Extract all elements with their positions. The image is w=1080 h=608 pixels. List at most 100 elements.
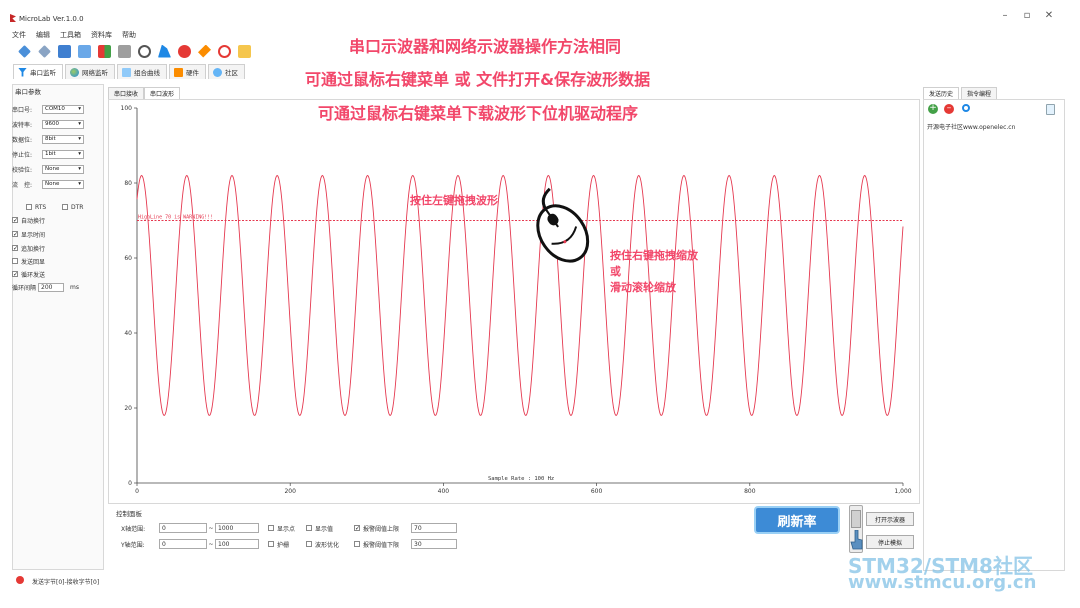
guard-checkbox[interactable]: 护栅 — [268, 538, 289, 550]
echo-checkbox[interactable]: 发送回显 — [12, 256, 45, 266]
loop-send-checkbox[interactable]: ✓ 循环发送 — [12, 269, 45, 279]
show-time-checkbox[interactable]: ✓ 显示时间 — [12, 229, 45, 239]
x-tick-label: 200 — [284, 488, 296, 495]
watermark-line2: www.stmcu.org.cn — [848, 572, 1037, 593]
glasses-icon[interactable] — [138, 44, 151, 58]
overlay-left-drag: 按住左键拖拽波形 — [410, 194, 498, 207]
x-range-row: X轴范围: 0 ~ 1000 — [121, 522, 259, 534]
port-row: 串口号: COM10 ▾ — [12, 104, 84, 114]
tab-send-history[interactable]: 发送历史 — [923, 87, 960, 99]
menu-bar: 文件 编辑 工具箱 资料库 帮助 — [12, 30, 136, 40]
globe-icon — [70, 67, 79, 77]
baud-row: 波特率: 9600 ▾ — [12, 119, 84, 129]
mouse-illustration — [536, 187, 590, 263]
y-min-input[interactable]: 0 — [159, 539, 207, 549]
alarm-upper-row: ✓ 报警阈值上限 70 — [354, 522, 457, 534]
waveform-chart[interactable]: 0 20 40 60 80 100 0 200 400 600 800 1,000 HighLine … — [108, 99, 920, 504]
menu-edit[interactable]: 编辑 — [36, 30, 50, 40]
interval-row: 循环间隔 200 ms — [12, 282, 79, 292]
y-tick-label: 20 — [124, 405, 132, 412]
interval-input[interactable]: 200 — [38, 282, 65, 292]
auto-wrap-checkbox[interactable]: ✓ 自动换行 — [12, 215, 45, 225]
minimize-button[interactable]: – — [998, 10, 1012, 21]
alarm-upper-checkbox[interactable]: ✓ — [354, 525, 360, 532]
funnel-icon — [18, 67, 27, 77]
parity-select[interactable]: None ▾ — [42, 164, 84, 174]
overlay-line1: 串口示波器和网络示波器操作方法相同 — [349, 37, 622, 56]
overlay-line2: 可通过鼠标右键菜单 或 文件打开&保存波形数据 — [305, 70, 651, 89]
right-tabs: 发送历史 指令编程 — [923, 87, 998, 99]
parity-row: 校验位: None ▾ — [12, 164, 84, 174]
flow-select[interactable]: None ▾ — [42, 179, 84, 189]
x-min-input[interactable]: 0 — [159, 523, 207, 533]
y-max-input[interactable]: 100 — [215, 539, 259, 549]
send-history-panel — [923, 99, 1065, 571]
toolbar — [18, 43, 251, 59]
tab-serial-receive[interactable]: 串口接收 — [108, 87, 145, 99]
tab-command-program[interactable]: 指令编程 — [961, 87, 998, 99]
refresh-rate-label: 刷新率 — [754, 506, 840, 534]
plug-icon[interactable] — [18, 44, 31, 58]
control-panel-title: 控制面板 — [116, 510, 142, 518]
brand-icon[interactable] — [178, 44, 191, 58]
close-button[interactable]: ✕ — [1042, 10, 1056, 21]
tab-network-monitor[interactable]: 网络监听 — [65, 64, 115, 79]
x-tick-label: 800 — [744, 488, 756, 495]
overlay-right-drag: 按住右键拖拽缩放 — [610, 249, 698, 262]
stop-sim-button[interactable]: 停止模拟 — [866, 535, 914, 549]
heart-icon[interactable] — [218, 44, 231, 58]
append-newline-checkbox[interactable]: ✓ 追加换行 — [12, 243, 45, 253]
sort-icon[interactable] — [98, 44, 111, 58]
databits-select[interactable]: 8bit ▾ — [42, 134, 84, 144]
status-text: 发送字节[0]-接收字节[0] — [32, 579, 100, 586]
sub-tabs: 串口接收 串口波形 — [108, 87, 181, 99]
clear-icon[interactable] — [1046, 104, 1055, 115]
history-entry[interactable]: 开源电子社区www.openelec.cn — [927, 122, 1015, 131]
wave-optimize-checkbox[interactable]: 波形优化 — [306, 538, 339, 550]
menu-help[interactable]: 帮助 — [122, 30, 136, 40]
search-icon[interactable] — [962, 104, 970, 112]
alarm-lower-input[interactable]: 30 — [411, 539, 457, 549]
calc-icon[interactable] — [78, 44, 91, 58]
menu-library[interactable]: 资料库 — [91, 30, 112, 40]
y-tick-label: 60 — [124, 255, 132, 262]
flow-row: 流 控: None ▾ — [12, 179, 84, 189]
tab-hardware[interactable]: 硬件 — [169, 64, 206, 79]
y-tick-label: 40 — [124, 330, 132, 337]
databits-row: 数据位: 8bit ▾ — [12, 134, 84, 144]
tab-serial-waveform[interactable]: 串口波形 — [144, 87, 181, 99]
maximize-button[interactable]: ▫ — [1020, 10, 1034, 21]
x-tick-label: 400 — [438, 488, 450, 495]
tab-community[interactable]: 社区 — [208, 64, 245, 79]
tab-combo-curve[interactable]: 组合曲线 — [117, 64, 167, 79]
alarm-lower-checkbox[interactable] — [354, 541, 360, 547]
show-points-checkbox[interactable]: 显示点 — [268, 522, 295, 534]
key-icon[interactable] — [198, 44, 211, 58]
stopbits-select[interactable]: 1bit ▾ — [42, 149, 84, 159]
baud-select[interactable]: 9600 ▾ — [42, 119, 84, 129]
alarm-lower-row: 报警阈值下限 30 — [354, 538, 457, 550]
list-icon[interactable] — [118, 44, 131, 58]
stopbits-row: 停止位: 1bit ▾ — [12, 149, 84, 159]
show-values-checkbox[interactable]: 显示值 — [306, 522, 333, 534]
port-select[interactable]: COM10 ▾ — [42, 104, 84, 114]
threshold-label: HighLine 70 is WARNING!!! — [138, 215, 213, 221]
menu-file[interactable]: 文件 — [12, 30, 26, 40]
overlay-or: 或 — [610, 265, 621, 278]
menu-toolbox[interactable]: 工具箱 — [60, 30, 81, 40]
open-scope-button[interactable]: 打开示波器 — [866, 512, 914, 526]
x-max-input[interactable]: 1000 — [215, 523, 259, 533]
refresh-rate-slider-thumb[interactable] — [851, 510, 861, 528]
alarm-upper-input[interactable]: 70 — [411, 523, 457, 533]
unplug-icon[interactable] — [38, 44, 51, 58]
run-icon[interactable] — [158, 44, 171, 58]
tab-serial-monitor[interactable]: 串口监听 — [13, 64, 63, 79]
add-icon[interactable]: + — [928, 104, 938, 114]
remove-icon[interactable]: – — [944, 104, 954, 114]
window-icon[interactable] — [58, 44, 71, 58]
y-tick-label: 0 — [128, 480, 132, 487]
status-indicator-icon — [16, 576, 24, 584]
book-icon[interactable] — [238, 44, 251, 58]
dtr-checkbox[interactable]: DTR — [62, 202, 83, 212]
rts-checkbox[interactable]: RTS — [26, 202, 46, 212]
